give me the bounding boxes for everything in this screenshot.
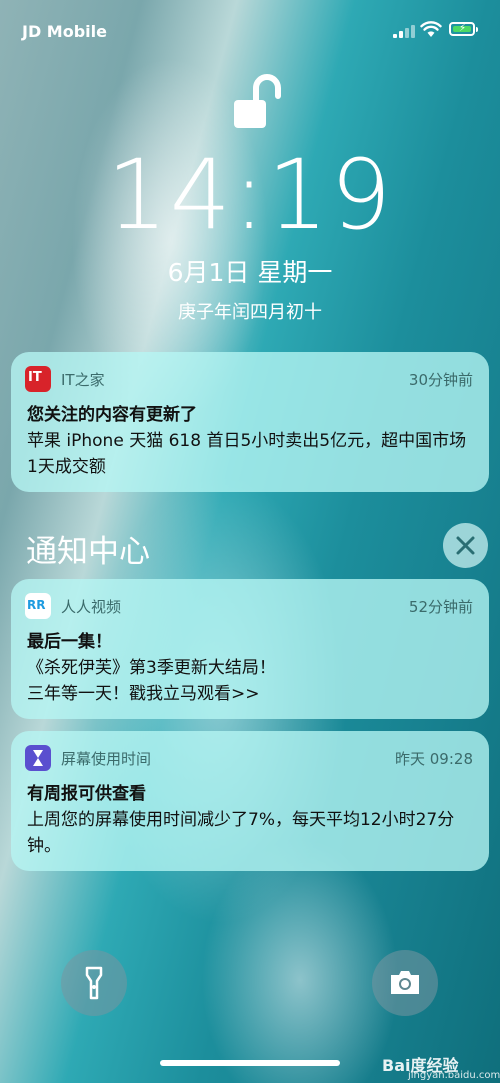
ithome-icon-text: IT — [28, 370, 42, 385]
clear-notifications-button[interactable] — [443, 523, 488, 568]
notification-body: 苹果 iPhone 天猫 618 首日5小时卖出5亿元，超中国市场1天成交额 — [27, 431, 467, 477]
hourglass-icon — [25, 745, 51, 771]
notification-header: IT IT之家 30分钟前 — [25, 366, 473, 392]
camera-button[interactable] — [372, 950, 438, 1016]
clock-time: 14:19 — [106, 139, 394, 251]
camera-icon — [391, 971, 419, 994]
battery-icon: ⚡ — [449, 22, 478, 36]
clock-date: 6月1日 星期一 — [167, 258, 333, 287]
notification-title: 最后一集！ — [27, 632, 112, 652]
baidu-watermark-url: jingyan.baidu.com — [408, 1070, 500, 1081]
notification-screentime[interactable]: 屏幕使用时间 昨天 09:28 有周报可供查看 上周您的屏幕使用时间减少了7%，… — [11, 731, 489, 871]
notification-time: 52分钟前 — [408, 598, 473, 616]
flashlight-button[interactable] — [61, 950, 127, 1016]
carrier-label: JD Mobile — [22, 22, 107, 41]
notification-time: 30分钟前 — [408, 371, 473, 389]
notification-body: 上周您的屏幕使用时间减少了7%，每天平均12小时27分钟。 — [27, 810, 455, 856]
notification-title: 您关注的内容有更新了 — [27, 405, 197, 425]
app-name: 人人视频 — [61, 598, 122, 616]
lunar-date: 庚子年闰四月初十 — [178, 302, 322, 323]
status-bar: JD Mobile ⚡ — [0, 0, 500, 60]
notification-ithome[interactable]: IT IT之家 30分钟前 您关注的内容有更新了 苹果 iPhone 天猫 61… — [11, 352, 489, 492]
notification-time: 昨天 09:28 — [395, 750, 473, 768]
signal-icon — [393, 24, 415, 38]
ithome-icon: IT — [25, 366, 51, 392]
app-name: 屏幕使用时间 — [61, 750, 152, 768]
notification-header: RR 人人视频 52分钟前 — [25, 593, 473, 619]
wifi-icon — [420, 21, 442, 37]
app-name: IT之家 — [61, 371, 105, 389]
notification-title: 有周报可供查看 — [27, 784, 146, 804]
notification-center-title: 通知中心 — [26, 534, 150, 570]
notification-header: 屏幕使用时间 昨天 09:28 — [25, 745, 473, 771]
renren-icon: RR — [25, 593, 51, 619]
notification-body: 《杀死伊芙》第3季更新大结局！ 三年等一天！戳我立马观看>> — [27, 658, 276, 704]
home-indicator[interactable] — [160, 1060, 340, 1066]
close-icon — [456, 536, 475, 555]
notification-renren[interactable]: RR 人人视频 52分钟前 最后一集！ 《杀死伊芙》第3季更新大结局！ 三年等一… — [11, 579, 489, 719]
renren-icon-text: RR — [27, 598, 46, 612]
flashlight-icon — [85, 966, 103, 1000]
unlock-icon — [234, 74, 281, 128]
